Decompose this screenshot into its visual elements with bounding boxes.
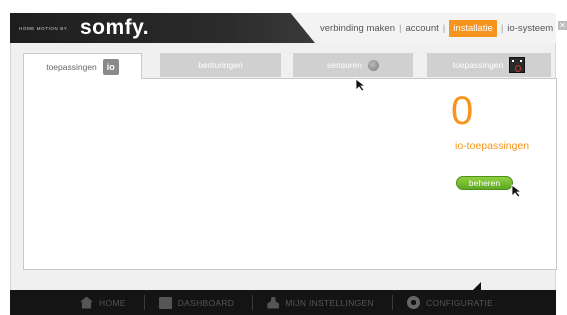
rts-device-icon bbox=[509, 57, 526, 73]
tab-content: 0 io-toepassingen beheren bbox=[23, 78, 557, 270]
tab-bar: toepassingen io besturingen sensoren toe… bbox=[23, 53, 557, 79]
bottom-nav-label: MIJN INSTELLINGEN bbox=[285, 297, 374, 308]
brand-banner: HOME MOTION BY somfy. bbox=[10, 13, 315, 43]
bottom-nav-label: HOME bbox=[99, 297, 126, 308]
application-count: 0 bbox=[451, 89, 474, 133]
tab-label: toepassingen bbox=[46, 61, 97, 72]
mouse-pointer-icon bbox=[511, 184, 523, 198]
bottom-nav-my-settings[interactable]: MIJN INSTELLINGEN bbox=[267, 290, 374, 315]
top-nav: verbinding maken | account | installatie… bbox=[320, 13, 553, 43]
bottom-nav: HOME DASHBOARD MIJN INSTELLINGEN CONFIGU… bbox=[10, 290, 556, 315]
tab-label: besturingen bbox=[198, 60, 243, 70]
manage-button[interactable]: beheren bbox=[456, 176, 513, 190]
tab-toepassingen-io[interactable]: toepassingen io bbox=[23, 53, 142, 79]
bottom-nav-dashboard[interactable]: DASHBOARD bbox=[158, 290, 235, 315]
somfy-logo: somfy. bbox=[80, 16, 150, 39]
mouse-pointer-icon bbox=[355, 78, 367, 92]
bottom-nav-separator bbox=[391, 295, 393, 310]
bottom-nav-label: CONFIGURATIE bbox=[425, 297, 494, 308]
nav-installatie[interactable]: installatie bbox=[449, 19, 497, 37]
main-panel: toepassingen io besturingen sensoren toe… bbox=[10, 43, 557, 290]
close-icon[interactable]: ✕ bbox=[558, 21, 567, 30]
top-bar: HOME MOTION BY somfy. verbinding maken |… bbox=[10, 13, 556, 43]
gear-icon bbox=[406, 296, 420, 309]
home-icon bbox=[80, 296, 93, 309]
nav-separator: | bbox=[500, 22, 504, 34]
application-count-label: io-toepassingen bbox=[455, 140, 530, 152]
dashboard-icon bbox=[158, 296, 172, 309]
nav-separator: | bbox=[442, 22, 446, 34]
nav-verbinding-maken[interactable]: verbinding maken bbox=[320, 23, 395, 34]
nav-account[interactable]: account bbox=[405, 23, 438, 34]
tab-besturingen[interactable]: besturingen bbox=[160, 53, 281, 77]
bottom-nav-separator bbox=[143, 295, 145, 310]
nav-separator: | bbox=[399, 22, 402, 34]
bottom-nav-label: DASHBOARD bbox=[177, 297, 235, 308]
app-frame: HOME MOTION BY somfy. verbinding maken |… bbox=[0, 0, 567, 315]
brand-tagline: HOME MOTION BY bbox=[19, 26, 68, 31]
tab-label: toepassingen bbox=[452, 60, 504, 70]
io-icon: io bbox=[102, 58, 119, 75]
user-icon bbox=[267, 296, 280, 309]
tab-sensoren[interactable]: sensoren bbox=[293, 53, 413, 77]
tab-toepassingen-rts[interactable]: toepassingen bbox=[427, 53, 551, 77]
bottom-nav-separator bbox=[252, 295, 254, 310]
sensor-icon bbox=[367, 59, 379, 71]
bottom-nav-configuration[interactable]: CONFIGURATIE bbox=[406, 290, 494, 315]
bottom-nav-home[interactable]: HOME bbox=[80, 290, 126, 315]
tab-label: sensoren bbox=[327, 60, 362, 70]
nav-io-systeem[interactable]: io-systeem bbox=[507, 23, 553, 34]
